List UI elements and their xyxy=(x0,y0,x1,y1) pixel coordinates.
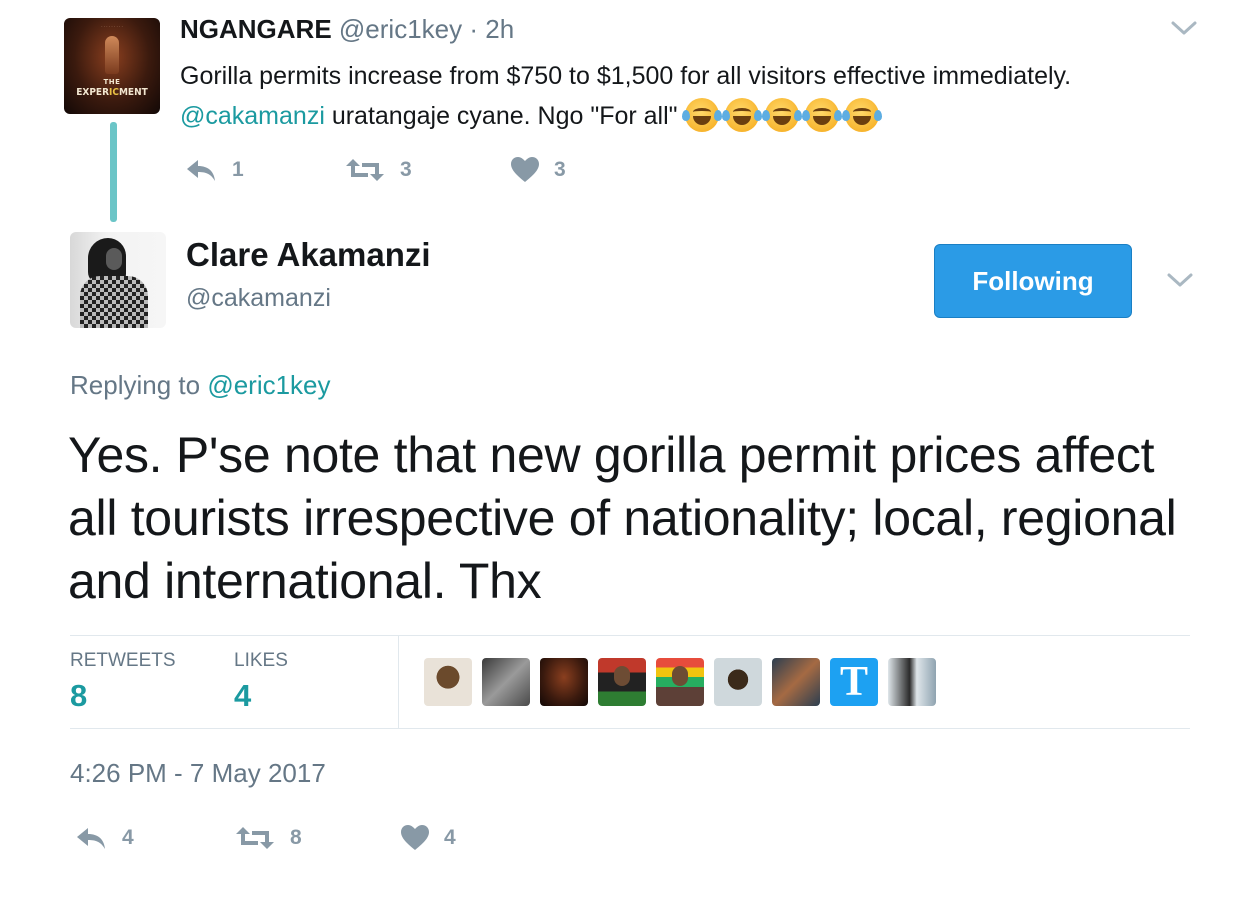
parent-reply-count: 1 xyxy=(232,158,244,181)
liker-avatar[interactable] xyxy=(888,658,936,706)
stats-divider xyxy=(398,636,399,728)
thread-connector-line xyxy=(110,122,117,222)
retweets-value: 8 xyxy=(70,678,88,713)
parent-tweet-text: Gorilla permits increase from $750 to $1… xyxy=(180,56,1071,136)
replying-to: Replying to @eric1key xyxy=(70,370,331,400)
parent-display-name[interactable]: NGANGARE xyxy=(180,14,332,44)
emoji-row xyxy=(681,98,885,132)
reply-icon xyxy=(187,160,215,181)
main-reply-count: 4 xyxy=(122,826,134,849)
likes-label: LIKES xyxy=(234,650,288,671)
heart-icon xyxy=(511,157,539,182)
liker-avatar[interactable] xyxy=(540,658,588,706)
avatar-body xyxy=(80,276,148,328)
tears-of-joy-emoji-icon xyxy=(721,98,762,132)
tears-of-joy-emoji-icon xyxy=(681,98,722,132)
retweet-icon xyxy=(346,159,384,181)
liker-avatar[interactable] xyxy=(656,658,704,706)
main-avatar[interactable] xyxy=(70,232,166,328)
liker-avatar[interactable]: T xyxy=(830,658,878,706)
poster-title-line1: THE xyxy=(103,78,121,86)
heart-icon xyxy=(401,825,429,850)
main-retweet-action[interactable]: 8 xyxy=(234,824,302,852)
divider-top xyxy=(70,635,1190,636)
poster-title-line2: EXPERICMENT xyxy=(76,87,148,98)
parent-time[interactable]: 2h xyxy=(485,14,514,44)
tears-of-joy-emoji-icon xyxy=(801,98,842,132)
reply-icon xyxy=(77,828,105,849)
likes-stat[interactable]: LIKES 4 xyxy=(234,650,288,714)
retweets-stat[interactable]: RETWEETS 8 xyxy=(70,650,176,714)
poster-figure xyxy=(105,36,119,74)
poster-tagline: · · · · · · · · · xyxy=(101,24,123,29)
parent-retweet-count: 3 xyxy=(400,158,412,181)
main-like-count: 4 xyxy=(444,826,456,849)
retweets-label: RETWEETS xyxy=(70,650,176,671)
liker-avatar[interactable] xyxy=(772,658,820,706)
liker-avatar[interactable] xyxy=(714,658,762,706)
parent-handle[interactable]: @eric1key xyxy=(339,14,462,44)
main-display-name[interactable]: Clare Akamanzi xyxy=(186,236,431,274)
replying-to-handle-link[interactable]: @eric1key xyxy=(207,370,330,400)
parent-text-line1: Gorilla permits increase from $750 to $1… xyxy=(180,62,1072,90)
parent-avatar[interactable]: · · · · · · · · · THE EXPERICMENT xyxy=(64,18,160,114)
main-tweet-text: Yes. P'se note that new gorilla permit p… xyxy=(68,427,1177,609)
likes-value: 4 xyxy=(234,678,252,713)
avatar-face xyxy=(106,248,122,270)
parent-retweet-action[interactable]: 3 xyxy=(344,156,412,184)
tears-of-joy-emoji-icon xyxy=(761,98,802,132)
divider-bottom xyxy=(70,728,1190,729)
retweet-icon xyxy=(236,827,274,849)
main-more-chevron-icon[interactable] xyxy=(1166,270,1194,295)
main-retweet-count: 8 xyxy=(290,826,302,849)
following-button[interactable]: Following xyxy=(934,244,1132,318)
main-handle[interactable]: @cakamanzi xyxy=(186,284,331,313)
tears-of-joy-emoji-icon xyxy=(841,98,882,132)
parent-separator: · xyxy=(469,14,479,44)
parent-more-chevron-icon[interactable] xyxy=(1170,18,1198,43)
tweet-timestamp[interactable]: 4:26 PM - 7 May 2017 xyxy=(70,758,326,789)
main-reply-action[interactable]: 4 xyxy=(74,824,134,852)
liker-avatar[interactable] xyxy=(482,658,530,706)
main-like-action[interactable]: 4 xyxy=(400,824,456,852)
parent-tweet-header: NGANGARE @eric1key · 2h xyxy=(180,14,514,45)
parent-like-action[interactable]: 3 xyxy=(510,156,566,184)
parent-mention-link[interactable]: @cakamanzi xyxy=(180,102,325,130)
parent-reply-action[interactable]: 1 xyxy=(184,156,244,184)
liker-avatar[interactable] xyxy=(598,658,646,706)
parent-text-line2: @cakamanzi uratangaje cyane. Ngo "For al… xyxy=(180,96,1071,136)
liker-avatar[interactable] xyxy=(424,658,472,706)
parent-like-count: 3 xyxy=(554,158,566,181)
